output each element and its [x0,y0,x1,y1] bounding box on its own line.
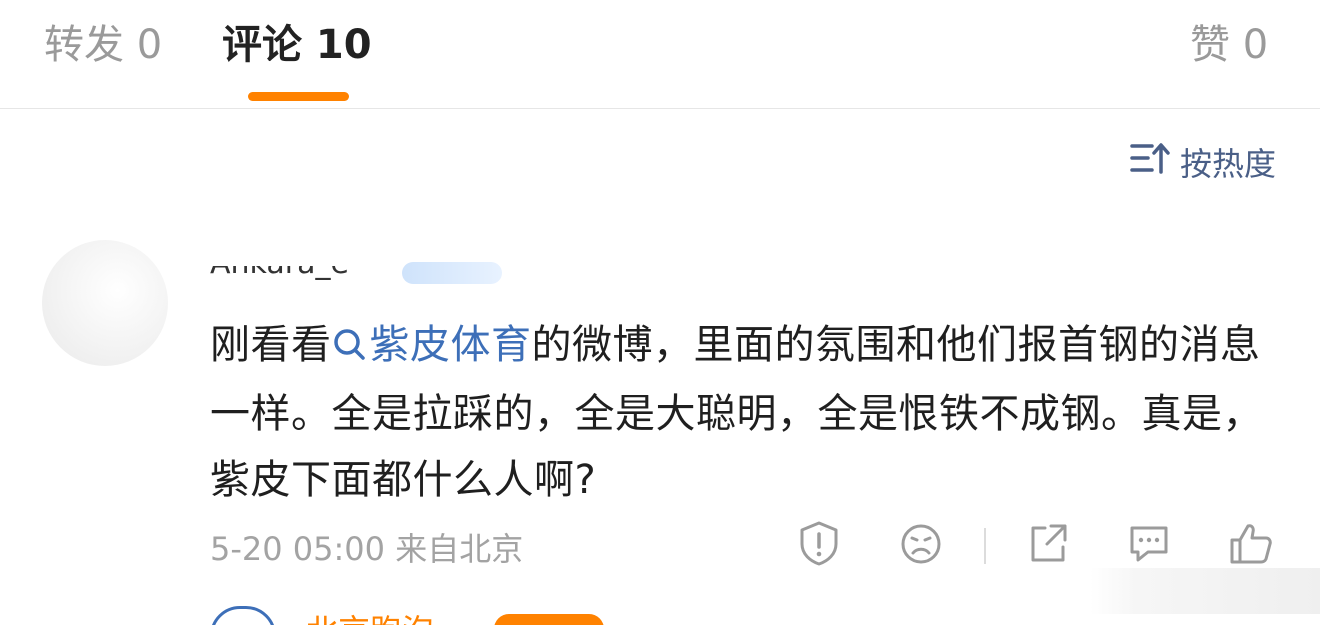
report-button[interactable] [796,520,842,566]
tab-comments[interactable]: 评论 10 [222,18,372,72]
like-button[interactable] [1228,520,1274,566]
like-icon [1230,524,1272,564]
comment-icon [1130,526,1168,562]
username-clip [210,226,530,266]
active-tab-indicator [248,92,349,101]
report-icon [800,521,838,566]
next-comment-username[interactable]: 北京跑泡 [306,606,434,625]
tab-likes[interactable]: 赞 0 [1190,18,1268,72]
sort-label: 按热度 [1179,145,1276,183]
comment-text: 刚看看 紫皮体育的微博，里面的氛围和他们报首钢的消息一样。全是拉踩的，全是大聪明，… [210,312,1270,513]
search-icon [332,315,366,381]
comment-actions [0,520,1320,570]
sort-hot-icon [1130,140,1170,184]
share-icon [1031,524,1067,562]
topic-link[interactable]: 紫皮体育 [332,322,532,368]
tab-bar: 转发 0 评论 10 赞 0 [0,0,1320,109]
avatar[interactable] [42,240,168,366]
actions-divider [984,528,986,564]
comment-text-before: 刚看看 [210,322,332,368]
next-comment[interactable]: 北京跑泡 [210,606,630,625]
next-comment-badge [494,614,604,625]
next-comment-avatar[interactable] [210,606,276,625]
dislike-button[interactable] [898,520,944,566]
topic-label: 紫皮体育 [369,322,532,368]
dislike-face-icon [901,524,941,564]
reply-button[interactable] [1126,520,1172,566]
share-button[interactable] [1025,520,1071,566]
user-badge [402,262,502,284]
sort-by-hot-button[interactable]: 按热度 [1130,140,1276,184]
tab-repost[interactable]: 转发 0 [44,18,162,72]
scroll-fade [1090,568,1320,614]
